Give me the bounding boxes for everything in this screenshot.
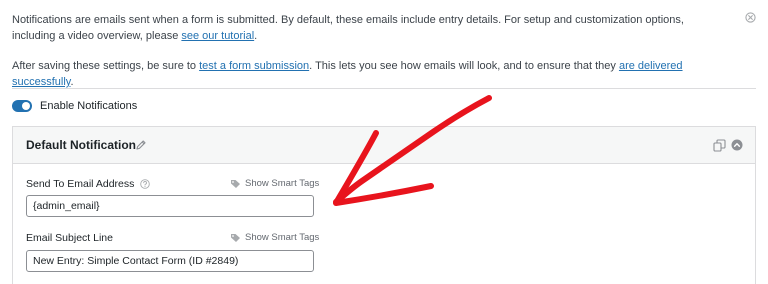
panel-header[interactable]: Default Notification bbox=[13, 127, 755, 164]
notice-intro-text: Notifications are emails sent when a for… bbox=[12, 14, 684, 42]
email-subject-label: Email Subject Line bbox=[26, 232, 113, 244]
notice-testing-end: . bbox=[70, 76, 74, 88]
tag-icon bbox=[231, 179, 240, 188]
subject-show-smart-tags[interactable]: Show Smart Tags bbox=[230, 232, 319, 243]
notifications-settings-page: Notifications are emails sent when a for… bbox=[0, 0, 768, 284]
enable-notifications-toggle[interactable] bbox=[12, 100, 32, 112]
test-form-submission-link[interactable]: test a form submission bbox=[199, 60, 309, 72]
question-circle-icon[interactable] bbox=[140, 179, 151, 189]
toggle-knob bbox=[22, 102, 30, 110]
section-divider bbox=[12, 88, 756, 89]
notice-testing-middle: . This lets you see how emails will look… bbox=[309, 60, 619, 72]
tutorial-link[interactable]: see our tutorial bbox=[181, 30, 254, 42]
enable-notifications-row: Enable Notifications bbox=[12, 97, 137, 115]
pencil-icon[interactable] bbox=[135, 139, 147, 151]
duplicate-icon[interactable] bbox=[713, 139, 726, 152]
smart-tags-label: Show Smart Tags bbox=[245, 178, 320, 189]
default-notification-panel: Default Notification Send To Email Addre… bbox=[12, 126, 756, 284]
tag-icon bbox=[231, 233, 240, 242]
smart-tags-label: Show Smart Tags bbox=[245, 232, 320, 243]
chevron-up-circle-icon[interactable] bbox=[731, 139, 743, 151]
panel-title: Default Notification bbox=[26, 138, 136, 152]
notice-intro-end: . bbox=[254, 30, 258, 42]
send-to-email-input[interactable] bbox=[26, 195, 314, 217]
send-to-email-label-text: Send To Email Address bbox=[26, 178, 135, 190]
notice-paragraph-testing: After saving these settings, be sure to … bbox=[12, 58, 724, 90]
send-to-email-label: Send To Email Address bbox=[26, 178, 151, 190]
notice-paragraph-intro: Notifications are emails sent when a for… bbox=[12, 12, 724, 44]
close-circle-icon[interactable] bbox=[745, 12, 756, 23]
email-subject-label-text: Email Subject Line bbox=[26, 232, 113, 244]
send-to-show-smart-tags[interactable]: Show Smart Tags bbox=[230, 178, 319, 189]
notice-testing-text: After saving these settings, be sure to bbox=[12, 60, 200, 72]
enable-notifications-label: Enable Notifications bbox=[40, 100, 138, 112]
email-subject-input[interactable] bbox=[26, 250, 314, 272]
